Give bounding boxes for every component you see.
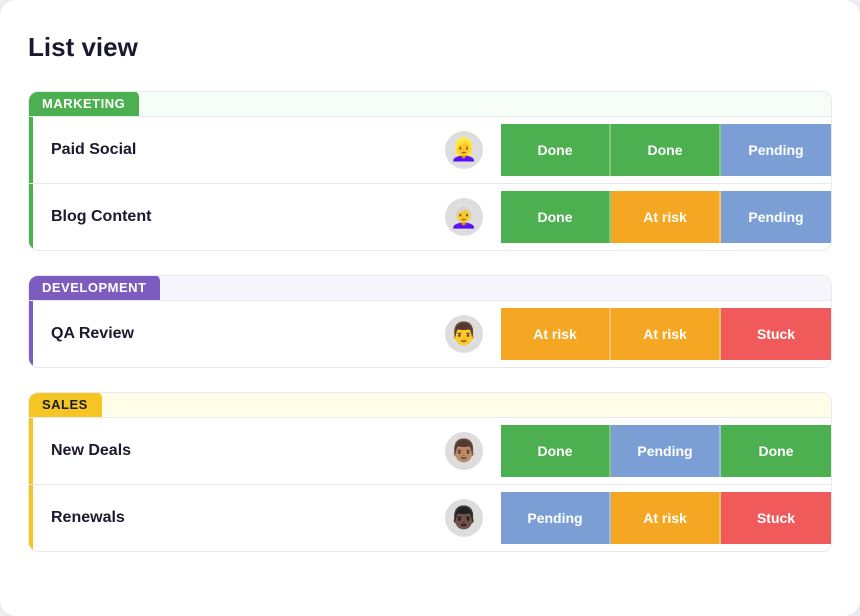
status-cells: DonePendingDone bbox=[501, 425, 831, 477]
table-row[interactable]: QA Review👨At riskAt riskStuck bbox=[29, 301, 831, 367]
status-cell[interactable]: Done bbox=[611, 124, 721, 176]
status-cell[interactable]: Pending bbox=[611, 425, 721, 477]
row-label: New Deals bbox=[51, 442, 433, 460]
group-header-development: DEVELOPMENT bbox=[28, 275, 160, 300]
row-label: Paid Social bbox=[51, 141, 433, 159]
avatar: 👨🏿 bbox=[445, 499, 483, 537]
table-row[interactable]: Blog Content 👩‍🦳 DoneAt riskPending bbox=[29, 184, 831, 250]
status-cell[interactable]: Done bbox=[501, 425, 611, 477]
group-header-sales: SALES bbox=[28, 392, 102, 417]
status-cell[interactable]: Stuck bbox=[721, 492, 831, 544]
group-header-wrap-sales: SALES bbox=[29, 393, 831, 418]
group-header-marketing: MARKETING bbox=[28, 91, 139, 116]
status-cell[interactable]: Pending bbox=[501, 492, 611, 544]
status-cell[interactable]: Done bbox=[501, 124, 611, 176]
row-label: Blog Content bbox=[51, 208, 433, 226]
avatar: 👨 bbox=[445, 315, 483, 353]
row-left: New Deals 👨🏽 bbox=[29, 418, 501, 484]
table-row[interactable]: New Deals 👨🏽 DonePendingDone bbox=[29, 418, 831, 485]
status-cell[interactable]: Done bbox=[721, 425, 831, 477]
avatar: 👩‍🦳 bbox=[445, 198, 483, 236]
groups-container: MARKETINGPaid Social👱‍♀️DoneDonePendingB… bbox=[28, 91, 832, 552]
avatar: 👱‍♀️ bbox=[445, 131, 483, 169]
status-cell[interactable]: At risk bbox=[611, 191, 721, 243]
row-label: Renewals bbox=[51, 509, 433, 527]
status-cell[interactable]: Pending bbox=[721, 124, 831, 176]
status-cell[interactable]: Stuck bbox=[721, 308, 831, 360]
table-row[interactable]: Paid Social👱‍♀️DoneDonePending bbox=[29, 117, 831, 184]
status-cell[interactable]: At risk bbox=[611, 492, 721, 544]
group-marketing: MARKETINGPaid Social👱‍♀️DoneDonePendingB… bbox=[28, 91, 832, 251]
group-header-wrap-marketing: MARKETING bbox=[29, 92, 831, 117]
status-cell[interactable]: At risk bbox=[501, 308, 611, 360]
row-left: QA Review 👨 bbox=[29, 301, 501, 367]
group-header-wrap-development: DEVELOPMENT bbox=[29, 276, 831, 301]
status-cell[interactable]: Pending bbox=[721, 191, 831, 243]
row-left: Blog Content 👩‍🦳 bbox=[29, 184, 501, 250]
main-card: List view MARKETINGPaid Social👱‍♀️DoneDo… bbox=[0, 0, 860, 616]
status-cell[interactable]: At risk bbox=[611, 308, 721, 360]
row-left: Renewals 👨🏿 bbox=[29, 485, 501, 551]
page-title: List view bbox=[28, 32, 832, 63]
row-label: QA Review bbox=[51, 325, 433, 343]
row-left: Paid Social 👱‍♀️ bbox=[29, 117, 501, 183]
status-cells: DoneAt riskPending bbox=[501, 191, 831, 243]
table-row[interactable]: Renewals 👨🏿 PendingAt riskStuck bbox=[29, 485, 831, 551]
group-sales: SALESNew Deals👨🏽DonePendingDoneRenewals👨… bbox=[28, 392, 832, 552]
avatar: 👨🏽 bbox=[445, 432, 483, 470]
status-cells: DoneDonePending bbox=[501, 124, 831, 176]
status-cell[interactable]: Done bbox=[501, 191, 611, 243]
group-development: DEVELOPMENTQA Review👨At riskAt riskStuck bbox=[28, 275, 832, 368]
status-cells: PendingAt riskStuck bbox=[501, 492, 831, 544]
status-cells: At riskAt riskStuck bbox=[501, 308, 831, 360]
